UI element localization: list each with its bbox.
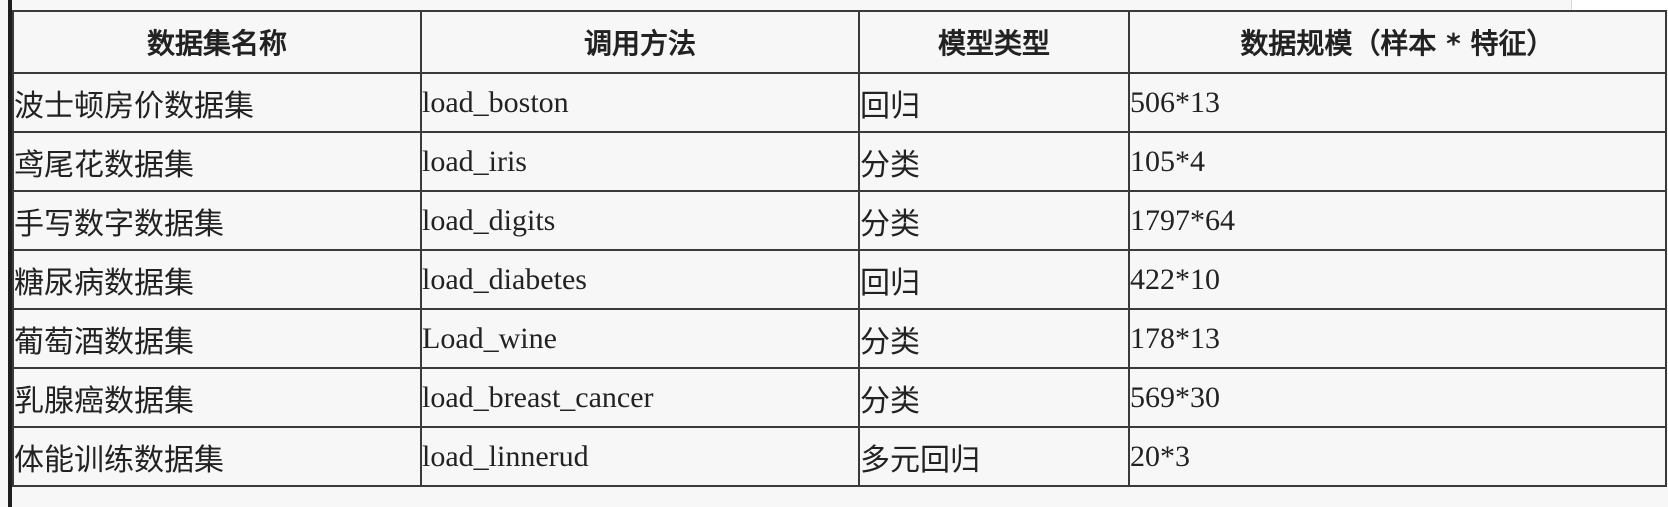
cell-call-method: load_diabetes (420, 249, 860, 310)
cell-model-type: 分类 (858, 131, 1130, 192)
document-page: 数据集名称 调用方法 模型类型 数据规模（样本 * 特征） 波士顿房价数据集 l… (0, 0, 1668, 507)
table-row: 葡萄酒数据集 Load_wine 分类 178*13 (12, 308, 1667, 369)
table-row: 手写数字数据集 load_digits 分类 1797*64 (12, 190, 1667, 251)
header-dataset-name: 数据集名称 (12, 10, 422, 74)
header-model-type: 模型类型 (858, 10, 1130, 74)
cell-call-method: load_linnerud (420, 426, 860, 487)
cell-dataset-name: 手写数字数据集 (12, 190, 422, 251)
cell-model-type: 分类 (858, 308, 1130, 369)
cell-data-scale: 178*13 (1128, 308, 1667, 369)
cell-model-type: 回归 (858, 249, 1130, 310)
table-header-row: 数据集名称 调用方法 模型类型 数据规模（样本 * 特征） (12, 10, 1667, 74)
cell-data-scale: 1797*64 (1128, 190, 1667, 251)
table-row: 乳腺癌数据集 load_breast_cancer 分类 569*30 (12, 367, 1667, 428)
cell-dataset-name: 葡萄酒数据集 (12, 308, 422, 369)
cell-dataset-name: 鸢尾花数据集 (12, 131, 422, 192)
dataset-table: 数据集名称 调用方法 模型类型 数据规模（样本 * 特征） 波士顿房价数据集 l… (12, 10, 1667, 487)
table-row: 鸢尾花数据集 load_iris 分类 105*4 (12, 131, 1667, 192)
cell-call-method: load_boston (420, 72, 860, 133)
cell-call-method: Load_wine (420, 308, 860, 369)
cell-model-type: 多元回归 (858, 426, 1130, 487)
cell-data-scale: 506*13 (1128, 72, 1667, 133)
cell-data-scale: 569*30 (1128, 367, 1667, 428)
cell-call-method: load_breast_cancer (420, 367, 860, 428)
table-row: 糖尿病数据集 load_diabetes 回归 422*10 (12, 249, 1667, 310)
cell-dataset-name: 体能训练数据集 (12, 426, 422, 487)
cell-model-type: 分类 (858, 190, 1130, 251)
header-call-method: 调用方法 (420, 10, 860, 74)
cell-data-scale: 422*10 (1128, 249, 1667, 310)
cell-call-method: load_digits (420, 190, 860, 251)
cell-model-type: 分类 (858, 367, 1130, 428)
cell-call-method: load_iris (420, 131, 860, 192)
table-row: 体能训练数据集 load_linnerud 多元回归 20*3 (12, 426, 1667, 487)
header-data-scale: 数据规模（样本 * 特征） (1128, 10, 1667, 74)
cell-dataset-name: 波士顿房价数据集 (12, 72, 422, 133)
cell-model-type: 回归 (858, 72, 1130, 133)
cell-data-scale: 20*3 (1128, 426, 1667, 487)
table-row: 波士顿房价数据集 load_boston 回归 506*13 (12, 72, 1667, 133)
cell-dataset-name: 糖尿病数据集 (12, 249, 422, 310)
cell-data-scale: 105*4 (1128, 131, 1667, 192)
cell-dataset-name: 乳腺癌数据集 (12, 367, 422, 428)
